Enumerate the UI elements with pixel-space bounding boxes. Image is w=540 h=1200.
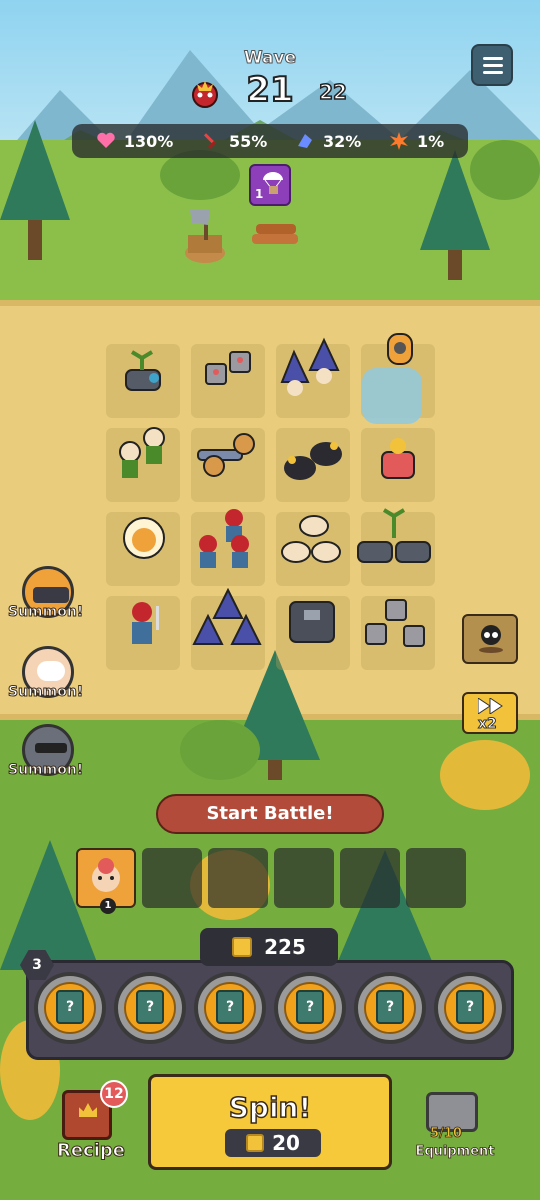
pine-tree (0, 120, 70, 260)
mystery-card-icon: ? (456, 990, 484, 1024)
hero-slot[interactable] (340, 848, 400, 908)
unit-grid (106, 333, 436, 670)
summon-button[interactable]: Summon! (8, 646, 84, 712)
horse-rider-unit[interactable] (274, 504, 352, 576)
summon-label: Summon! (8, 684, 84, 701)
stat-health-value: 130% (123, 131, 174, 151)
magic-icon (297, 134, 312, 148)
robot-sprout-unit[interactable] (360, 586, 436, 666)
skull-button[interactable] (462, 614, 518, 664)
supply-drop-button[interactable]: 1 (249, 164, 291, 206)
hero-slot[interactable] (208, 848, 268, 908)
fast-forward-icon (478, 698, 503, 714)
supply-drop-count: 1 (255, 187, 264, 201)
stat-magic: 32% (295, 131, 361, 151)
archer-unit[interactable] (108, 424, 178, 486)
dark-mage-unit[interactable] (278, 336, 346, 404)
sprout-turret-unit[interactable] (116, 346, 172, 402)
sprout-turret-unit[interactable] (354, 504, 436, 574)
hero-slot[interactable] (142, 848, 202, 908)
spin-cost: 20 (225, 1129, 321, 1157)
heart-icon (97, 132, 115, 148)
summon-button[interactable]: Summon! (8, 724, 84, 790)
stats-bar: 130% 55% 32% 1% (72, 124, 468, 158)
mystery-card-icon: ? (56, 990, 84, 1024)
gold-counter: 225 (200, 928, 338, 966)
robot-sprout-unit[interactable] (198, 338, 262, 402)
tree-stump-axe-icon (185, 210, 225, 263)
spin-cost-amount: 20 (272, 1131, 300, 1155)
mystery-card-icon: ? (376, 990, 404, 1024)
hero-slot-level: 1 (100, 898, 116, 914)
explosion-icon (389, 132, 408, 150)
summon-button[interactable]: Summon! (8, 566, 84, 632)
hero-slots: 1 (76, 848, 466, 914)
parachute-crate-icon (263, 172, 283, 194)
recipe-button[interactable]: 12 Recipe (48, 1080, 134, 1166)
start-battle-button[interactable]: Start Battle! (156, 794, 384, 834)
equipment-ratio: 5/10 (430, 1126, 463, 1142)
hamburger-menu-icon (483, 57, 503, 60)
gold-icon (232, 937, 253, 957)
bush (180, 720, 260, 780)
bush (470, 140, 540, 200)
swordsman-unit[interactable] (190, 504, 268, 576)
lion-unit[interactable] (114, 512, 174, 566)
hamburger-menu-icon-line (483, 64, 503, 67)
card-slot[interactable]: ? (114, 972, 186, 1044)
demon-mask-icon (192, 81, 218, 108)
equipment-label: Equipment (415, 1144, 495, 1160)
hero-slot[interactable]: 1 (76, 848, 136, 914)
summon-label: Summon! (8, 762, 84, 779)
hero-slot[interactable] (274, 848, 334, 908)
spin-label: Spin! (228, 1090, 312, 1125)
gold-icon (246, 1134, 265, 1152)
skull-icon (479, 625, 503, 653)
spin-button[interactable]: Spin! 20 (148, 1074, 392, 1170)
swordsman-unit[interactable] (120, 596, 168, 654)
speed-toggle-button[interactable]: x2 (462, 692, 518, 734)
wave-next-number: 22 (318, 79, 347, 105)
card-slot[interactable]: ? (34, 972, 106, 1044)
mystery-card-icon: ? (216, 990, 244, 1024)
hamburger-menu-icon-line (483, 71, 503, 74)
stat-crit: 1% (389, 131, 444, 151)
summon-label: Summon! (8, 604, 84, 621)
sword-icon (203, 133, 216, 149)
speed-label: x2 (478, 716, 498, 733)
iron-golem-unit[interactable] (282, 598, 342, 648)
log-pile-icon (252, 224, 298, 244)
stat-magic-value: 32% (322, 131, 362, 151)
ghost-robot-unit[interactable] (358, 328, 430, 438)
bazooka-unit[interactable] (192, 420, 266, 490)
card-slot[interactable]: ? (274, 972, 346, 1044)
dark-mage-unit[interactable] (190, 588, 266, 664)
card-slot[interactable]: ? (354, 972, 426, 1044)
mystery-card-icon: ? (136, 990, 164, 1024)
stat-attack: 55% (201, 131, 267, 151)
recipe-label: Recipe (56, 1140, 125, 1162)
card-slot[interactable]: ? (194, 972, 266, 1044)
wave-current-number: 21 (245, 69, 294, 111)
menu-button[interactable] (471, 44, 513, 86)
recipe-notification-badge: 12 (100, 1080, 128, 1108)
stat-health: 130% (96, 131, 173, 151)
yellow-bush (440, 740, 530, 810)
mystery-card-icon: ? (296, 990, 324, 1024)
beetle-unit[interactable] (276, 424, 350, 490)
stat-crit-value: 1% (416, 131, 445, 151)
equipment-button[interactable]: 5/10 Equipment (410, 1086, 500, 1166)
gold-amount: 225 (264, 935, 306, 959)
card-slot[interactable]: ? (434, 972, 506, 1044)
hero-slot[interactable] (406, 848, 466, 908)
wave-label: Wave (243, 48, 297, 69)
stat-attack-value: 55% (228, 131, 268, 151)
flower-hero-unit[interactable] (368, 430, 428, 490)
flower-hero-icon (92, 858, 120, 892)
